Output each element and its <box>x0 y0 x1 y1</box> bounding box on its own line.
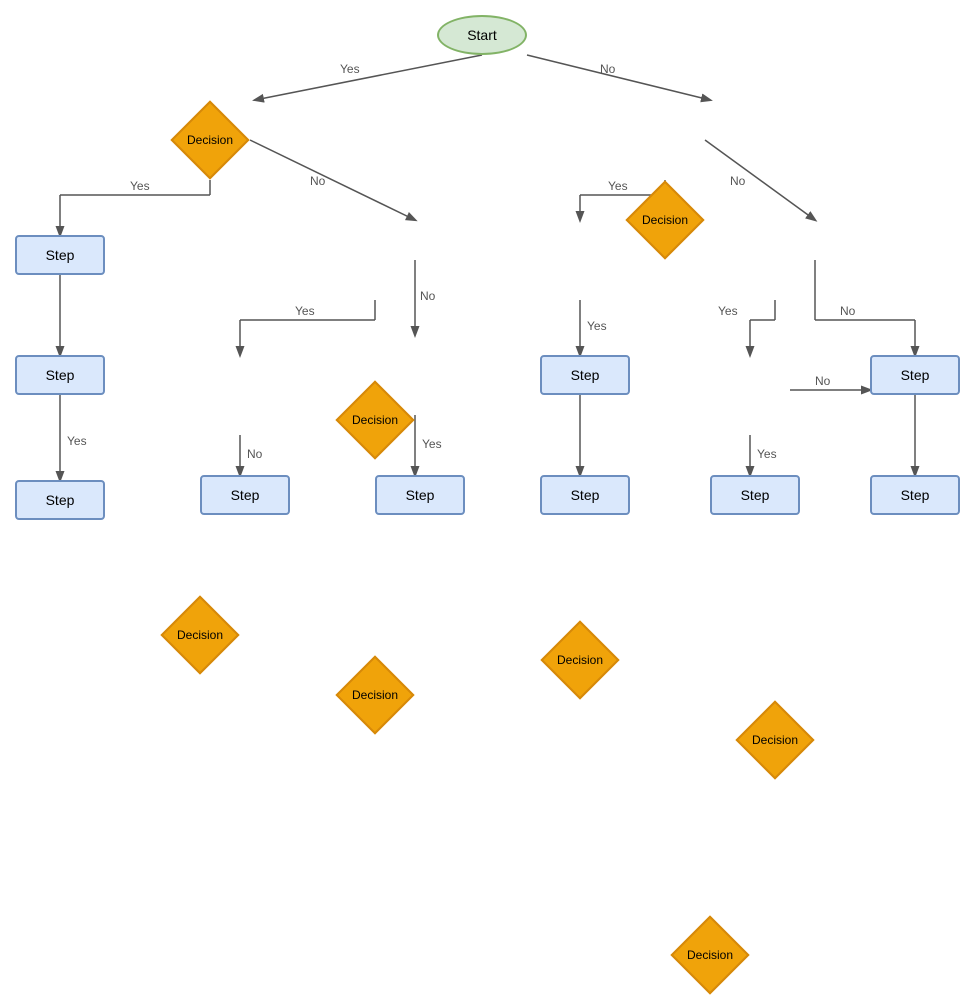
svg-text:No: No <box>247 447 263 461</box>
svg-text:Yes: Yes <box>718 304 738 318</box>
svg-text:Yes: Yes <box>422 437 442 451</box>
step-1c: Step <box>15 480 105 520</box>
decision-8: Decision <box>670 915 750 995</box>
decision-1-label: Decision <box>170 100 250 180</box>
step-2a: Step <box>200 475 290 515</box>
svg-text:Yes: Yes <box>340 62 360 76</box>
svg-text:No: No <box>730 174 746 188</box>
svg-text:Yes: Yes <box>67 434 87 448</box>
decision-5: Decision <box>335 655 415 735</box>
decision-4: Decision <box>160 595 240 675</box>
decision-5-label: Decision <box>335 655 415 735</box>
decision-8-label: Decision <box>670 915 750 995</box>
svg-text:No: No <box>840 304 856 318</box>
decision-3-label: Decision <box>335 380 415 460</box>
svg-text:No: No <box>420 289 436 303</box>
decision-6-label: Decision <box>540 620 620 700</box>
decision-4-label: Decision <box>160 595 240 675</box>
svg-text:Yes: Yes <box>757 447 777 461</box>
step-4a: Step <box>540 355 630 395</box>
step-1a: Step <box>15 235 105 275</box>
start-label: Start <box>467 27 497 43</box>
decision-3: Decision <box>335 380 415 460</box>
step-5b: Step <box>870 355 960 395</box>
svg-text:Yes: Yes <box>130 179 150 193</box>
decision-7: Decision <box>735 700 815 780</box>
decision-7-label: Decision <box>735 700 815 780</box>
svg-text:Yes: Yes <box>295 304 315 318</box>
decision-6: Decision <box>540 620 620 700</box>
start-node: Start <box>437 15 527 55</box>
decision-1: Decision <box>170 100 250 180</box>
step-3a: Step <box>375 475 465 515</box>
svg-text:No: No <box>815 374 831 388</box>
step-1b: Step <box>15 355 105 395</box>
decision-2: Decision <box>625 180 705 260</box>
step-4b: Step <box>540 475 630 515</box>
step-5a: Step <box>710 475 800 515</box>
svg-text:No: No <box>600 62 616 76</box>
svg-text:No: No <box>310 174 326 188</box>
decision-2-label: Decision <box>625 180 705 260</box>
svg-text:Yes: Yes <box>587 319 607 333</box>
step-5c: Step <box>870 475 960 515</box>
